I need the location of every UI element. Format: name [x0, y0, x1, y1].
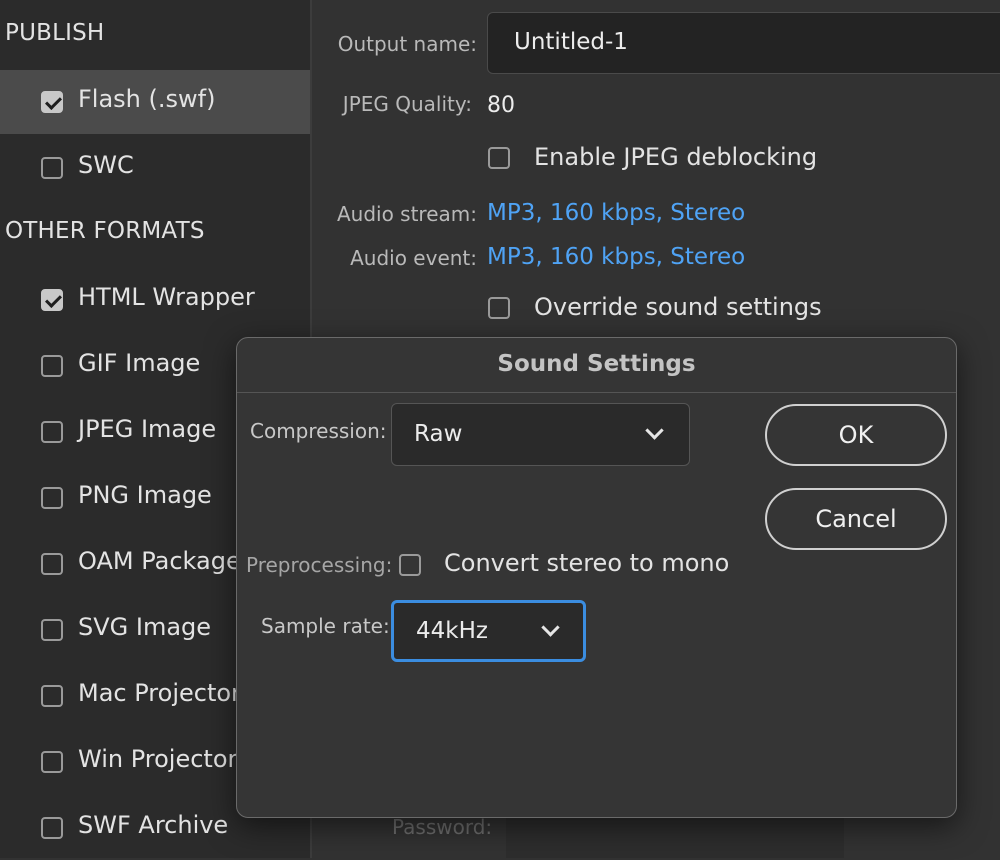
sample-rate-value: 44kHz	[416, 618, 488, 644]
dialog-title: Sound Settings	[237, 338, 956, 393]
sidebar-item-flash-swf[interactable]: Flash (.swf)	[0, 70, 310, 134]
compression-value: Raw	[414, 421, 463, 447]
chevron-down-icon	[541, 618, 560, 637]
output-name-label: Output name:	[337, 32, 477, 56]
flash-swf-checkbox[interactable]	[41, 91, 63, 113]
sidebar-item-label: SWC	[78, 151, 134, 179]
audio-event-link[interactable]: MP3, 160 kbps, Stereo	[487, 244, 745, 270]
mac-projector-checkbox[interactable]	[41, 685, 63, 707]
swc-checkbox[interactable]	[41, 157, 63, 179]
convert-stereo-label: Convert stereo to mono	[444, 549, 730, 577]
enable-jpeg-deblocking-label: Enable JPEG deblocking	[534, 143, 818, 171]
sidebar-item-label: Mac Projector	[78, 679, 241, 707]
sidebar-item-label: JPEG Image	[78, 415, 217, 443]
sound-settings-dialog: Sound Settings Compression: Raw OK Cance…	[236, 337, 957, 818]
output-name-input[interactable]: Untitled-1	[487, 12, 1000, 74]
sidebar-item-label: SVG Image	[78, 613, 212, 641]
sample-rate-label: Sample rate:	[261, 614, 390, 638]
convert-stereo-checkbox[interactable]	[399, 554, 421, 576]
password-label: Password:	[392, 815, 493, 839]
compression-label: Compression:	[250, 419, 387, 443]
ok-button[interactable]: OK	[765, 404, 947, 466]
sidebar-item-label: Win Projector	[78, 745, 238, 773]
audio-event-label: Audio event:	[350, 246, 477, 270]
png-image-checkbox[interactable]	[41, 487, 63, 509]
swf-archive-checkbox[interactable]	[41, 817, 63, 839]
sidebar-item-label: PNG Image	[78, 481, 212, 509]
gif-image-checkbox[interactable]	[41, 355, 63, 377]
preprocessing-label: Preprocessing:	[246, 553, 393, 577]
chevron-down-icon	[645, 421, 664, 440]
sample-rate-dropdown[interactable]: 44kHz	[391, 600, 586, 662]
html-wrapper-checkbox[interactable]	[41, 289, 63, 311]
password-field[interactable]	[506, 818, 844, 858]
cancel-button[interactable]: Cancel	[765, 488, 947, 550]
sidebar-item-label: OAM Package	[78, 547, 241, 575]
compression-dropdown[interactable]: Raw	[391, 403, 690, 466]
override-sound-label: Override sound settings	[534, 293, 822, 321]
jpeg-quality-label: JPEG Quality:	[342, 92, 472, 116]
audio-stream-link[interactable]: MP3, 160 kbps, Stereo	[487, 200, 745, 226]
override-sound-checkbox[interactable]	[488, 297, 510, 319]
oam-package-checkbox[interactable]	[41, 553, 63, 575]
sidebar-item-label: HTML Wrapper	[78, 283, 255, 311]
publish-header: PUBLISH	[5, 20, 105, 46]
jpeg-quality-value[interactable]: 80	[487, 93, 515, 118]
other-formats-header: OTHER FORMATS	[5, 218, 205, 244]
sidebar-item-html-wrapper[interactable]: HTML Wrapper	[0, 268, 310, 332]
sidebar-item-label: SWF Archive	[78, 811, 229, 839]
win-projector-checkbox[interactable]	[41, 751, 63, 773]
sidebar-item-label: Flash (.swf)	[78, 85, 216, 113]
sidebar-item-label: GIF Image	[78, 349, 201, 377]
enable-jpeg-deblocking-checkbox[interactable]	[488, 147, 510, 169]
sidebar-item-swc[interactable]: SWC	[0, 136, 310, 200]
audio-stream-label: Audio stream:	[336, 202, 477, 226]
jpeg-image-checkbox[interactable]	[41, 421, 63, 443]
svg-image-checkbox[interactable]	[41, 619, 63, 641]
